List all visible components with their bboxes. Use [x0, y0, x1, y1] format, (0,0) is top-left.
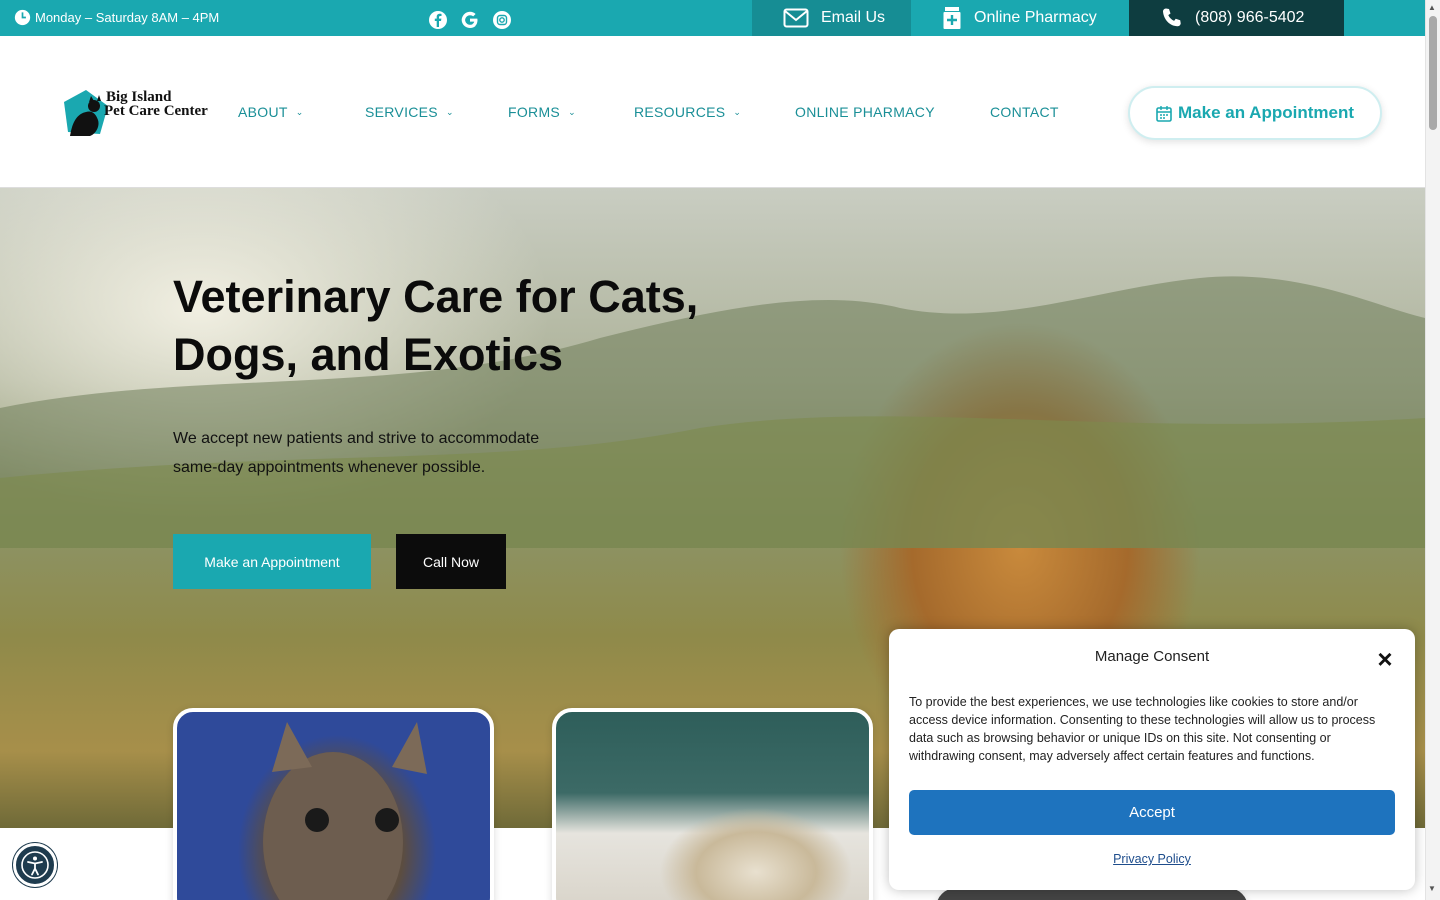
- facebook-icon[interactable]: [428, 10, 448, 30]
- nav-online-pharmacy-label: ONLINE PHARMACY: [795, 104, 935, 120]
- clock-icon: [14, 9, 31, 26]
- chevron-down-icon: ⌄: [733, 106, 742, 117]
- close-icon[interactable]: ×: [1373, 646, 1397, 672]
- nav-resources-label: RESOURCES: [634, 104, 726, 120]
- accessibility-icon: [21, 851, 49, 879]
- nav-services-label: SERVICES: [365, 104, 438, 120]
- hero-description-line2: same-day appointments whenever possible.: [173, 459, 486, 476]
- hero-title-line2: Dogs, and Exotics: [173, 329, 564, 380]
- business-hours-text: Monday – Saturday 8AM – 4PM: [35, 10, 220, 25]
- envelope-icon: [783, 8, 809, 28]
- call-now-button[interactable]: Call Now: [396, 534, 506, 589]
- nav-online-pharmacy[interactable]: ONLINE PHARMACY: [795, 104, 935, 120]
- hero-appointment-button[interactable]: Make an Appointment: [173, 534, 371, 589]
- chevron-down-icon: ⌄: [568, 106, 576, 117]
- scrollbar-thumb[interactable]: [1429, 16, 1437, 130]
- logo-text-line2: Pet Care Center: [104, 103, 208, 119]
- service-card-cats[interactable]: [173, 708, 494, 900]
- hero-title: Veterinary Care for Cats, Dogs, and Exot…: [173, 268, 733, 384]
- chevron-down-icon: ⌄: [445, 106, 454, 117]
- header-appointment-button[interactable]: Make an Appointment: [1128, 86, 1382, 140]
- consent-title: Manage Consent: [1094, 648, 1210, 665]
- medicine-bottle-icon: [943, 7, 961, 29]
- nav-about-label: ABOUT: [238, 104, 288, 120]
- hero-title-line1: Veterinary Care for Cats,: [173, 271, 699, 322]
- business-hours: Monday – Saturday 8AM – 4PM: [14, 9, 219, 26]
- phone-icon: [1163, 8, 1181, 27]
- site-logo[interactable]: Big Island Pet Care Center: [56, 84, 208, 144]
- privacy-policy-link[interactable]: Privacy Policy: [889, 852, 1415, 866]
- instagram-icon[interactable]: [492, 10, 512, 30]
- online-pharmacy-topbar-label: Online Pharmacy: [974, 9, 1097, 26]
- chevron-down-icon: ⌄: [295, 106, 304, 117]
- service-card-exotics[interactable]: [552, 708, 873, 900]
- email-us-label: Email Us: [821, 9, 886, 26]
- page-scrollbar[interactable]: ▲ ▼: [1425, 0, 1440, 900]
- scroll-down-arrow-icon[interactable]: ▼: [1428, 884, 1436, 893]
- email-us-button[interactable]: Email Us: [752, 0, 911, 36]
- nav-contact[interactable]: CONTACT: [990, 104, 1059, 120]
- social-links: [428, 10, 512, 30]
- phone-number: (808) 966-5402: [1195, 9, 1305, 26]
- nav-contact-label: CONTACT: [990, 104, 1059, 120]
- phone-button[interactable]: (808) 966-5402: [1129, 0, 1344, 36]
- nav-resources[interactable]: RESOURCES ⌄: [634, 104, 741, 120]
- accept-button[interactable]: Accept: [909, 790, 1395, 835]
- scroll-up-arrow-icon[interactable]: ▲: [1428, 3, 1436, 12]
- header-appointment-label: Make an Appointment: [1178, 103, 1354, 122]
- nav-services[interactable]: SERVICES ⌄: [365, 104, 454, 120]
- google-icon[interactable]: [460, 10, 480, 30]
- top-bar: Monday – Saturday 8AM – 4PM Email Us Onl…: [0, 0, 1425, 36]
- nav-forms[interactable]: FORMS ⌄: [508, 104, 576, 120]
- hero-description-line1: We accept new patients and strive to acc…: [173, 430, 540, 447]
- calendar-icon: [1156, 105, 1172, 122]
- site-header: Big Island Pet Care Center ABOUT ⌄ SERVIC…: [0, 36, 1425, 188]
- nav-about[interactable]: ABOUT ⌄: [238, 104, 304, 120]
- consent-dialog: Manage Consent × To provide the best exp…: [889, 629, 1415, 890]
- consent-body-text: To provide the best experiences, we use …: [909, 695, 1376, 763]
- accessibility-button[interactable]: [13, 843, 57, 887]
- online-pharmacy-topbar-button[interactable]: Online Pharmacy: [911, 0, 1129, 36]
- hero-description: We accept new patients and strive to acc…: [173, 424, 613, 482]
- nav-forms-label: FORMS: [508, 104, 561, 120]
- kitten-photo: [263, 722, 427, 900]
